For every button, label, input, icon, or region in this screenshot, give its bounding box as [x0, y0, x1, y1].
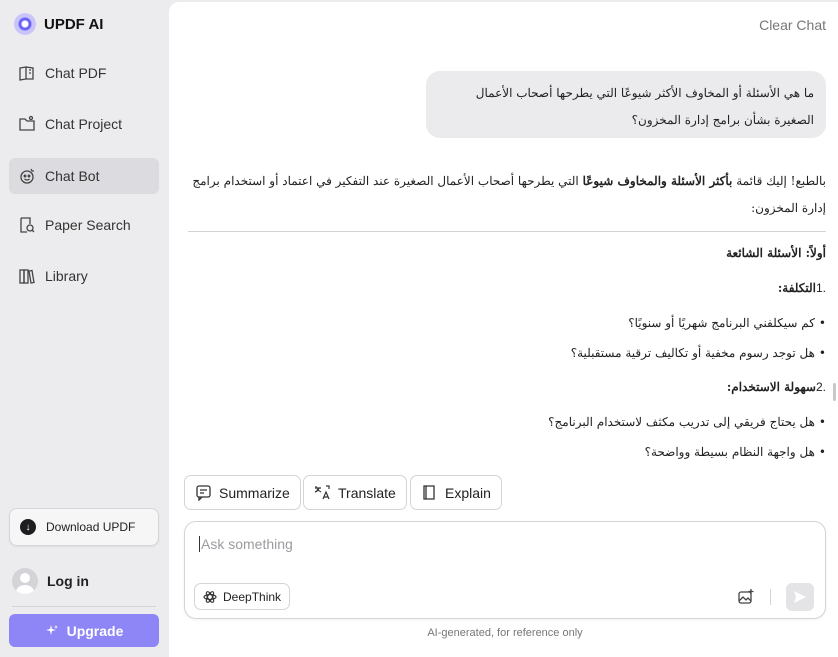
- chat-panel: Clear Chat ما هي الأسئلة أو المخاوف الأك…: [169, 2, 838, 657]
- deepthink-label: DeepThink: [223, 589, 282, 604]
- explain-button[interactable]: Explain: [410, 475, 502, 510]
- sidebar-item-label: Chat Project: [45, 116, 123, 132]
- updf-logo-icon: [14, 13, 36, 35]
- sparkle-icon: [45, 624, 58, 635]
- ai-intro-bold: بأكثر الأسئلة والمخاوف شيوعًا: [582, 174, 733, 188]
- book-open-icon: [19, 66, 34, 81]
- user-message: ما هي الأسئلة أو المخاوف الأكثر شيوعًا ا…: [426, 71, 826, 138]
- group-heading: 2.سهولة الاستخدام:: [188, 378, 826, 396]
- explain-label: Explain: [445, 484, 491, 501]
- upgrade-label: Upgrade: [66, 622, 124, 639]
- send-icon: [794, 591, 806, 603]
- clear-chat-button[interactable]: Clear Chat: [759, 17, 826, 33]
- list-item: هل واجهة النظام بسيطة وواضحة؟: [188, 443, 826, 461]
- document-search-icon: [20, 217, 35, 233]
- list-item: هل يحتاج فريقي إلى تدريب مكثف لاستخدام ا…: [188, 413, 826, 431]
- ask-input[interactable]: [199, 536, 759, 552]
- download-icon: ↓: [20, 519, 36, 535]
- image-upload-icon[interactable]: [737, 588, 755, 606]
- sidebar-item-library[interactable]: Library: [9, 258, 159, 294]
- login-label: Log in: [47, 573, 89, 589]
- summarize-label: Summarize: [219, 484, 290, 501]
- group-number: 1.: [815, 281, 826, 295]
- book-icon: [423, 485, 435, 500]
- translate-label: Translate: [338, 484, 396, 501]
- bot-icon: [20, 168, 34, 184]
- summarize-button[interactable]: Summarize: [184, 475, 301, 510]
- sidebar-item-label: Library: [45, 268, 88, 284]
- brand[interactable]: UPDF AI: [14, 13, 103, 35]
- sidebar: UPDF AI Chat PDF Chat Project Chat Bot P…: [0, 0, 168, 657]
- section-heading: أولاً: الأسئلة الشائعة: [726, 246, 826, 260]
- sidebar-item-paper-search[interactable]: Paper Search: [9, 207, 159, 243]
- disclaimer: AI-generated, for reference only: [427, 627, 583, 639]
- sidebar-item-label: Paper Search: [45, 217, 131, 233]
- sidebar-item-label: Chat PDF: [45, 65, 107, 81]
- translate-icon: [314, 485, 330, 500]
- translate-button[interactable]: Translate: [303, 475, 407, 510]
- ai-response: بالطبع! إليك قائمة بأكثر الأسئلة والمخاو…: [188, 168, 826, 473]
- send-button[interactable]: [786, 583, 814, 611]
- group-title: سهولة الاستخدام:: [726, 380, 816, 394]
- summarize-icon: [196, 485, 211, 501]
- sidebar-divider: [12, 606, 156, 607]
- download-updf-button[interactable]: ↓ Download UPDF: [9, 508, 159, 546]
- login-button[interactable]: Log in: [12, 568, 89, 594]
- group-title: التكلفة:: [777, 281, 816, 295]
- books-icon: [19, 269, 35, 284]
- avatar: [12, 568, 38, 594]
- sidebar-item-chat-project[interactable]: Chat Project: [9, 106, 159, 142]
- group-heading: 1.التكلفة:: [188, 279, 826, 297]
- folder-chat-icon: [19, 115, 35, 131]
- sidebar-item-chat-bot[interactable]: Chat Bot: [9, 158, 159, 194]
- composer: DeepThink: [184, 521, 826, 619]
- ai-intro-text: بالطبع! إليك قائمة: [732, 174, 826, 188]
- list-item: هل توجد رسوم مخفية أو تكاليف ترقية مستقب…: [188, 344, 826, 362]
- deepthink-toggle[interactable]: DeepThink: [194, 583, 291, 610]
- upgrade-button[interactable]: Upgrade: [9, 614, 159, 647]
- scrollbar[interactable]: [833, 383, 836, 401]
- divider: [188, 231, 826, 232]
- app-name: UPDF AI: [44, 15, 104, 33]
- ai-intro: بالطبع! إليك قائمة بأكثر الأسئلة والمخاو…: [188, 168, 826, 222]
- atom-icon: [203, 590, 217, 603]
- sidebar-item-chat-pdf[interactable]: Chat PDF: [9, 55, 159, 91]
- download-label: Download UPDF: [46, 520, 136, 534]
- composer-divider: [770, 589, 771, 605]
- group-number: 2.: [815, 380, 826, 394]
- sidebar-item-label: Chat Bot: [45, 168, 100, 184]
- list-item: كم سيكلفني البرنامج شهريًا أو سنويًا؟: [188, 314, 826, 332]
